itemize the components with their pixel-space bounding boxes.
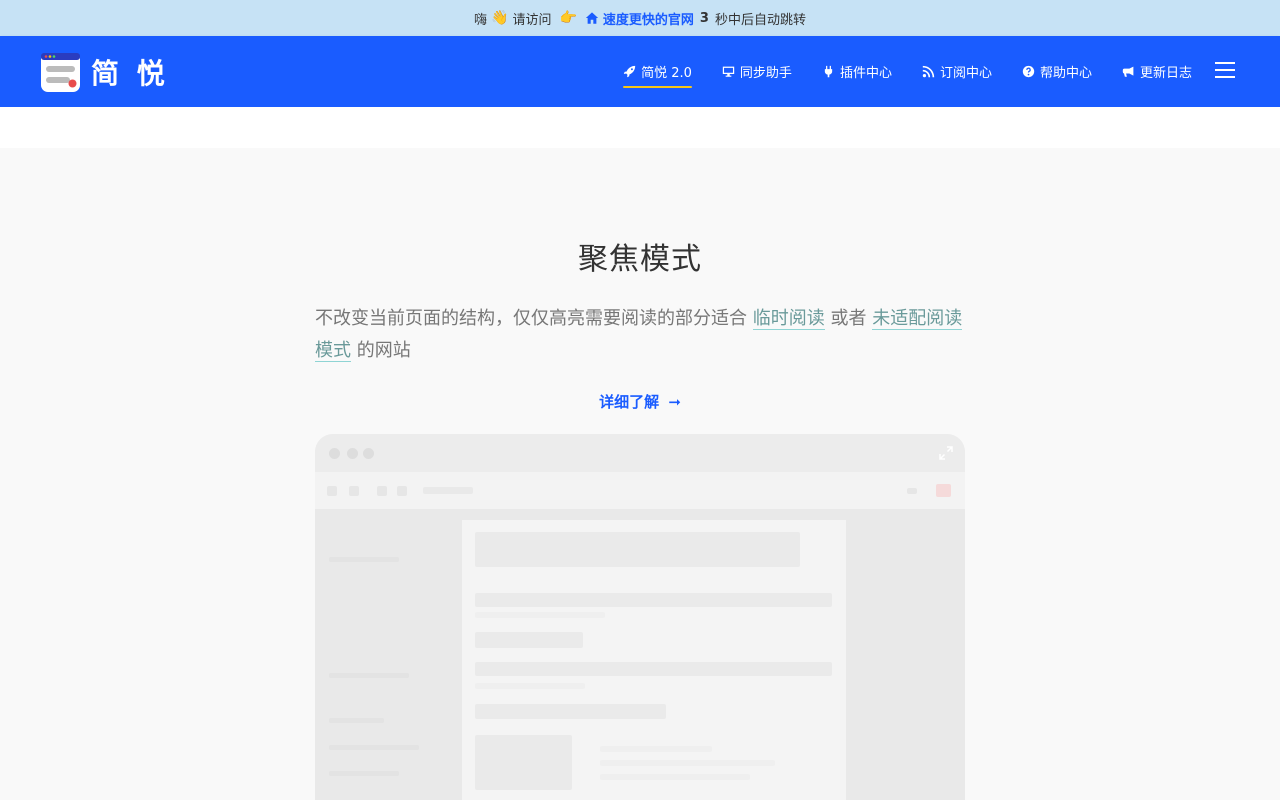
nav-item-subscription-center[interactable]: 订阅中心 bbox=[922, 58, 992, 86]
notice-visit-text: 请访问 bbox=[512, 12, 552, 28]
unadapted-reading-link[interactable]: 未适配阅读 bbox=[872, 308, 963, 330]
window-dot-icon bbox=[329, 448, 340, 459]
section-title: 聚焦模式 bbox=[578, 242, 702, 277]
arrow-right-icon: ➞ bbox=[668, 393, 681, 411]
main-nav: 简悦 2.0 同步助手 插件中心 订阅中心 帮助中心 更新日志 bbox=[593, 36, 1192, 107]
preview-window-bar bbox=[315, 434, 965, 472]
window-dot-icon bbox=[363, 448, 374, 459]
site-header: 简 悦 简悦 2.0 同步助手 插件中心 订阅中心 帮助中心 更新日志 bbox=[0, 36, 1280, 107]
preview-content bbox=[315, 509, 965, 800]
feature-section: 聚焦模式 不改变当前页面的结构，仅仅高亮需要阅读的部分适合 临时阅读 或者 未适… bbox=[0, 148, 1280, 800]
home-icon bbox=[585, 12, 599, 24]
nav-item-simpread-2[interactable]: 简悦 2.0 bbox=[623, 58, 692, 88]
section-description: 不改变当前页面的结构，仅仅高亮需要阅读的部分适合 临时阅读 或者 未适配阅读模式… bbox=[315, 303, 965, 367]
countdown-seconds: 3 bbox=[699, 10, 709, 26]
focus-mode-preview bbox=[315, 434, 965, 800]
nav-item-plugin-center[interactable]: 插件中心 bbox=[822, 58, 892, 86]
waving-hand-icon: 👋 bbox=[491, 10, 509, 26]
desc-text: 不改变当前页面的结构，仅仅高亮需要阅读的部分适合 bbox=[315, 308, 747, 329]
notice-prefix: 嗨 bbox=[474, 12, 488, 28]
pointing-hand-icon: 👉 bbox=[559, 10, 577, 26]
site-logo[interactable]: 简 悦 bbox=[41, 52, 169, 92]
bullhorn-icon bbox=[1122, 66, 1134, 77]
notice-suffix: 秒中后自动跳转 bbox=[714, 12, 806, 28]
unadapted-reading-link-cont[interactable]: 模式 bbox=[315, 340, 351, 362]
learn-more-label: 详细了解 bbox=[599, 393, 660, 411]
desktop-icon bbox=[722, 66, 735, 77]
logo-text: 简 悦 bbox=[91, 57, 169, 90]
nav-label: 订阅中心 bbox=[939, 66, 992, 81]
preview-paper bbox=[462, 520, 846, 800]
header-spacer bbox=[0, 107, 1280, 148]
nav-label: 插件中心 bbox=[839, 66, 892, 81]
nav-item-changelog[interactable]: 更新日志 bbox=[1122, 58, 1192, 86]
nav-label: 简悦 2.0 bbox=[641, 66, 692, 81]
learn-more-link[interactable]: 详细了解 ➞ bbox=[0, 391, 1280, 412]
plug-icon bbox=[824, 65, 833, 78]
temporary-reading-link[interactable]: 临时阅读 bbox=[752, 308, 825, 330]
desc-text: 的网站 bbox=[356, 340, 411, 361]
desc-text: 或者 bbox=[830, 308, 867, 329]
nav-label: 帮助中心 bbox=[1039, 66, 1092, 81]
nav-item-help-center[interactable]: 帮助中心 bbox=[1022, 58, 1092, 86]
nav-item-sync-assistant[interactable]: 同步助手 bbox=[722, 58, 792, 86]
nav-label: 同步助手 bbox=[739, 66, 792, 81]
official-site-link[interactable]: 速度更快的官网 bbox=[603, 9, 694, 28]
hamburger-icon[interactable] bbox=[1215, 62, 1235, 78]
logo-icon bbox=[41, 52, 80, 92]
redirect-notice-bar: 嗨 👋 请访问 👉 速度更快的官网 3 秒中后自动跳转 bbox=[0, 0, 1280, 36]
expand-icon bbox=[939, 446, 953, 460]
question-circle-icon bbox=[1022, 65, 1035, 78]
nav-label: 更新日志 bbox=[1139, 66, 1192, 81]
rss-icon bbox=[922, 65, 935, 78]
rocket-icon bbox=[623, 65, 636, 78]
window-dot-icon bbox=[347, 448, 358, 459]
preview-toolbar bbox=[315, 472, 965, 509]
